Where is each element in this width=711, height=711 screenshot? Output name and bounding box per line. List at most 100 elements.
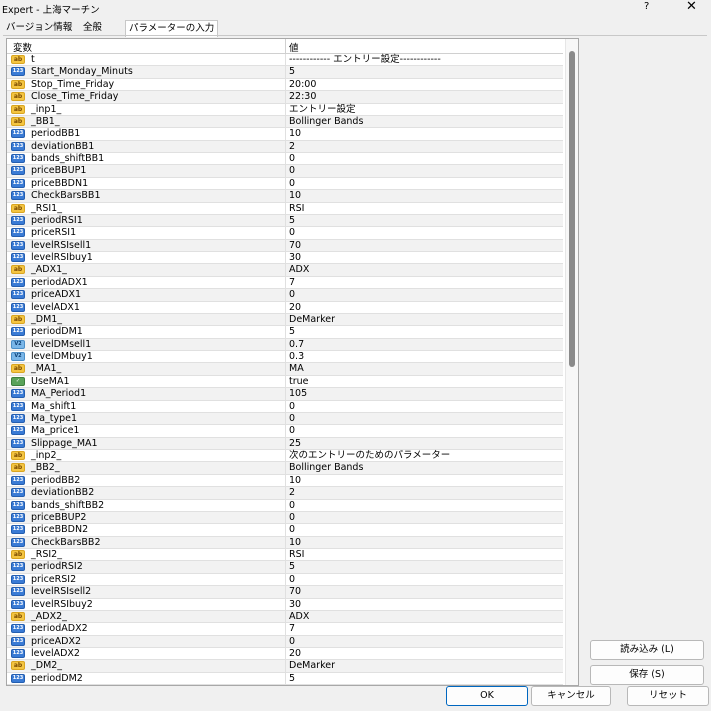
parameter-value[interactable]: 0 — [289, 178, 295, 190]
parameter-value[interactable]: 0.3 — [289, 351, 304, 363]
parameter-row[interactable]: ab _RSI2_ RSI — [7, 549, 563, 562]
parameter-value[interactable]: 5 — [289, 326, 295, 338]
reset-button[interactable]: リセット — [627, 686, 709, 706]
parameter-row[interactable]: 123 MA_Period1 105 — [7, 388, 563, 401]
parameter-value[interactable]: 0 — [289, 512, 295, 524]
parameter-value[interactable]: 25 — [289, 438, 301, 450]
parameter-row[interactable]: ab _BB1_ Bollinger Bands — [7, 115, 563, 129]
parameter-value[interactable]: 105 — [289, 388, 307, 400]
parameter-value[interactable]: 0.7 — [289, 339, 304, 351]
parameter-value[interactable]: 7 — [289, 623, 295, 635]
parameter-value[interactable]: 0 — [289, 153, 295, 165]
parameter-value[interactable]: MA — [289, 363, 304, 375]
parameter-row[interactable]: 123 periodBB1 10 — [7, 128, 563, 141]
parameter-value[interactable]: Bollinger Bands — [289, 462, 363, 474]
column-header-variable[interactable]: 変数 — [13, 40, 32, 54]
parameter-value[interactable]: 20:00 — [289, 79, 316, 91]
parameter-value[interactable]: 22:30 — [289, 91, 316, 103]
column-header-value[interactable]: 値 — [289, 40, 299, 54]
parameter-row[interactable]: 123 levelADX1 20 — [7, 301, 563, 314]
parameter-row[interactable]: 123 periodRSI1 5 — [7, 214, 563, 228]
parameter-value[interactable]: 10 — [289, 190, 301, 202]
cancel-button[interactable]: キャンセル — [531, 686, 611, 706]
parameter-row[interactable]: 123 levelRSIsell1 70 — [7, 239, 563, 252]
column-divider[interactable] — [285, 39, 286, 53]
parameter-row[interactable]: ab Stop_Time_Friday 20:00 — [7, 78, 563, 92]
parameter-value[interactable]: 5 — [289, 215, 295, 227]
parameter-row[interactable]: 123 priceRSI1 0 — [7, 227, 563, 240]
parameter-value[interactable]: 70 — [289, 240, 301, 252]
parameter-value[interactable]: 2 — [289, 141, 295, 153]
parameter-row[interactable]: 123 CheckBarsBB1 10 — [7, 190, 563, 203]
parameter-row[interactable]: 123 priceADX2 0 — [7, 635, 563, 648]
parameter-row[interactable]: 123 Ma_shift1 0 — [7, 400, 563, 413]
parameter-row[interactable]: ab _MA1_ MA — [7, 363, 563, 376]
parameter-value[interactable]: 10 — [289, 475, 301, 487]
parameter-value[interactable]: 7 — [289, 277, 295, 289]
parameter-value[interactable]: 10 — [289, 128, 301, 140]
parameter-row[interactable]: 123 levelADX2 20 — [7, 648, 563, 661]
parameter-value[interactable]: 0 — [289, 425, 295, 437]
parameter-row[interactable]: ab _DM2_ DeMarker — [7, 660, 563, 673]
parameter-value[interactable]: DeMarker — [289, 314, 335, 326]
parameter-value[interactable]: 30 — [289, 599, 301, 611]
tab-version-info[interactable]: バージョン情報 — [3, 20, 75, 35]
parameter-row[interactable]: V2 levelDMsell1 0.7 — [7, 338, 563, 351]
parameter-value[interactable]: 0 — [289, 227, 295, 239]
parameter-value[interactable]: RSI — [289, 203, 304, 215]
parameter-row[interactable]: 123 periodBB2 10 — [7, 474, 563, 488]
parameter-value[interactable]: 10 — [289, 537, 301, 549]
parameter-row[interactable]: 123 periodDM1 5 — [7, 326, 563, 339]
parameter-value[interactable]: 30 — [289, 252, 301, 264]
parameter-row[interactable]: V2 levelDMbuy1 0.3 — [7, 351, 563, 364]
parameter-value[interactable]: 0 — [289, 524, 295, 536]
help-button[interactable]: ? — [644, 1, 649, 12]
load-button[interactable]: 読み込み (L) — [590, 640, 704, 660]
parameter-value[interactable]: 次のエントリーのためのパラメーター — [289, 450, 450, 462]
parameter-value[interactable]: Bollinger Bands — [289, 116, 363, 128]
parameter-row[interactable]: ab _ADX2_ ADX — [7, 610, 563, 624]
parameter-row[interactable]: ab _DM1_ DeMarker — [7, 313, 563, 327]
parameter-row[interactable]: 123 priceADX1 0 — [7, 289, 563, 302]
parameter-value[interactable]: 5 — [289, 673, 295, 685]
parameter-value[interactable]: 20 — [289, 302, 301, 314]
parameter-row[interactable]: 123 deviationBB1 2 — [7, 140, 563, 153]
parameter-row[interactable]: 123 priceBBUP2 0 — [7, 511, 563, 525]
parameter-row[interactable]: 123 deviationBB2 2 — [7, 487, 563, 500]
scrollbar-thumb[interactable] — [569, 51, 575, 367]
parameter-value[interactable]: 0 — [289, 165, 295, 177]
parameter-row[interactable]: 123 levelRSIsell2 70 — [7, 586, 563, 599]
parameter-row[interactable]: 123 levelRSIbuy1 30 — [7, 252, 563, 265]
parameter-value[interactable]: ADX — [289, 611, 309, 623]
parameter-value[interactable]: エントリー設定 — [289, 104, 356, 116]
parameter-value[interactable]: RSI — [289, 549, 304, 561]
parameter-value[interactable]: 20 — [289, 648, 301, 660]
parameter-value[interactable]: 2 — [289, 487, 295, 499]
parameter-row[interactable]: 123 periodDM2 5 — [7, 672, 563, 685]
parameter-row[interactable]: 123 Ma_price1 0 — [7, 425, 563, 438]
parameter-row[interactable]: ab _inp2_ 次のエントリーのためのパラメーター — [7, 450, 563, 463]
parameter-row[interactable]: ab Close_Time_Friday 22:30 — [7, 91, 563, 104]
parameter-row[interactable]: 123 priceBBDN1 0 — [7, 177, 563, 191]
parameter-row[interactable]: 123 priceRSI2 0 — [7, 573, 563, 587]
ok-button[interactable]: OK — [446, 686, 528, 706]
parameter-value[interactable]: 0 — [289, 401, 295, 413]
vertical-scrollbar[interactable] — [565, 39, 578, 685]
save-button[interactable]: 保存 (S) — [590, 665, 704, 685]
parameter-value[interactable]: 0 — [289, 413, 295, 425]
parameter-row[interactable]: 123 priceBBUP1 0 — [7, 165, 563, 178]
parameter-row[interactable]: 123 CheckBarsBB2 10 — [7, 536, 563, 549]
parameter-row[interactable]: ✓ UseMA1 true — [7, 375, 563, 389]
parameter-value[interactable]: 5 — [289, 561, 295, 573]
parameter-row[interactable]: 123 periodADX2 7 — [7, 623, 563, 636]
close-button[interactable]: ✕ — [686, 0, 697, 14]
parameter-value[interactable]: 0 — [289, 636, 295, 648]
parameter-row[interactable]: 123 periodADX1 7 — [7, 276, 563, 290]
parameter-value[interactable]: 0 — [289, 574, 295, 586]
parameter-row[interactable]: 123 Start_Monday_Minuts 5 — [7, 66, 563, 79]
parameter-row[interactable]: 123 levelRSIbuy2 30 — [7, 598, 563, 611]
parameter-value[interactable]: DeMarker — [289, 660, 335, 672]
parameter-row[interactable]: 123 Slippage_MA1 25 — [7, 437, 563, 450]
parameter-row[interactable]: ab t ------------ エントリー設定------------ — [7, 54, 563, 67]
parameter-row[interactable]: 123 bands_shiftBB2 0 — [7, 499, 563, 512]
